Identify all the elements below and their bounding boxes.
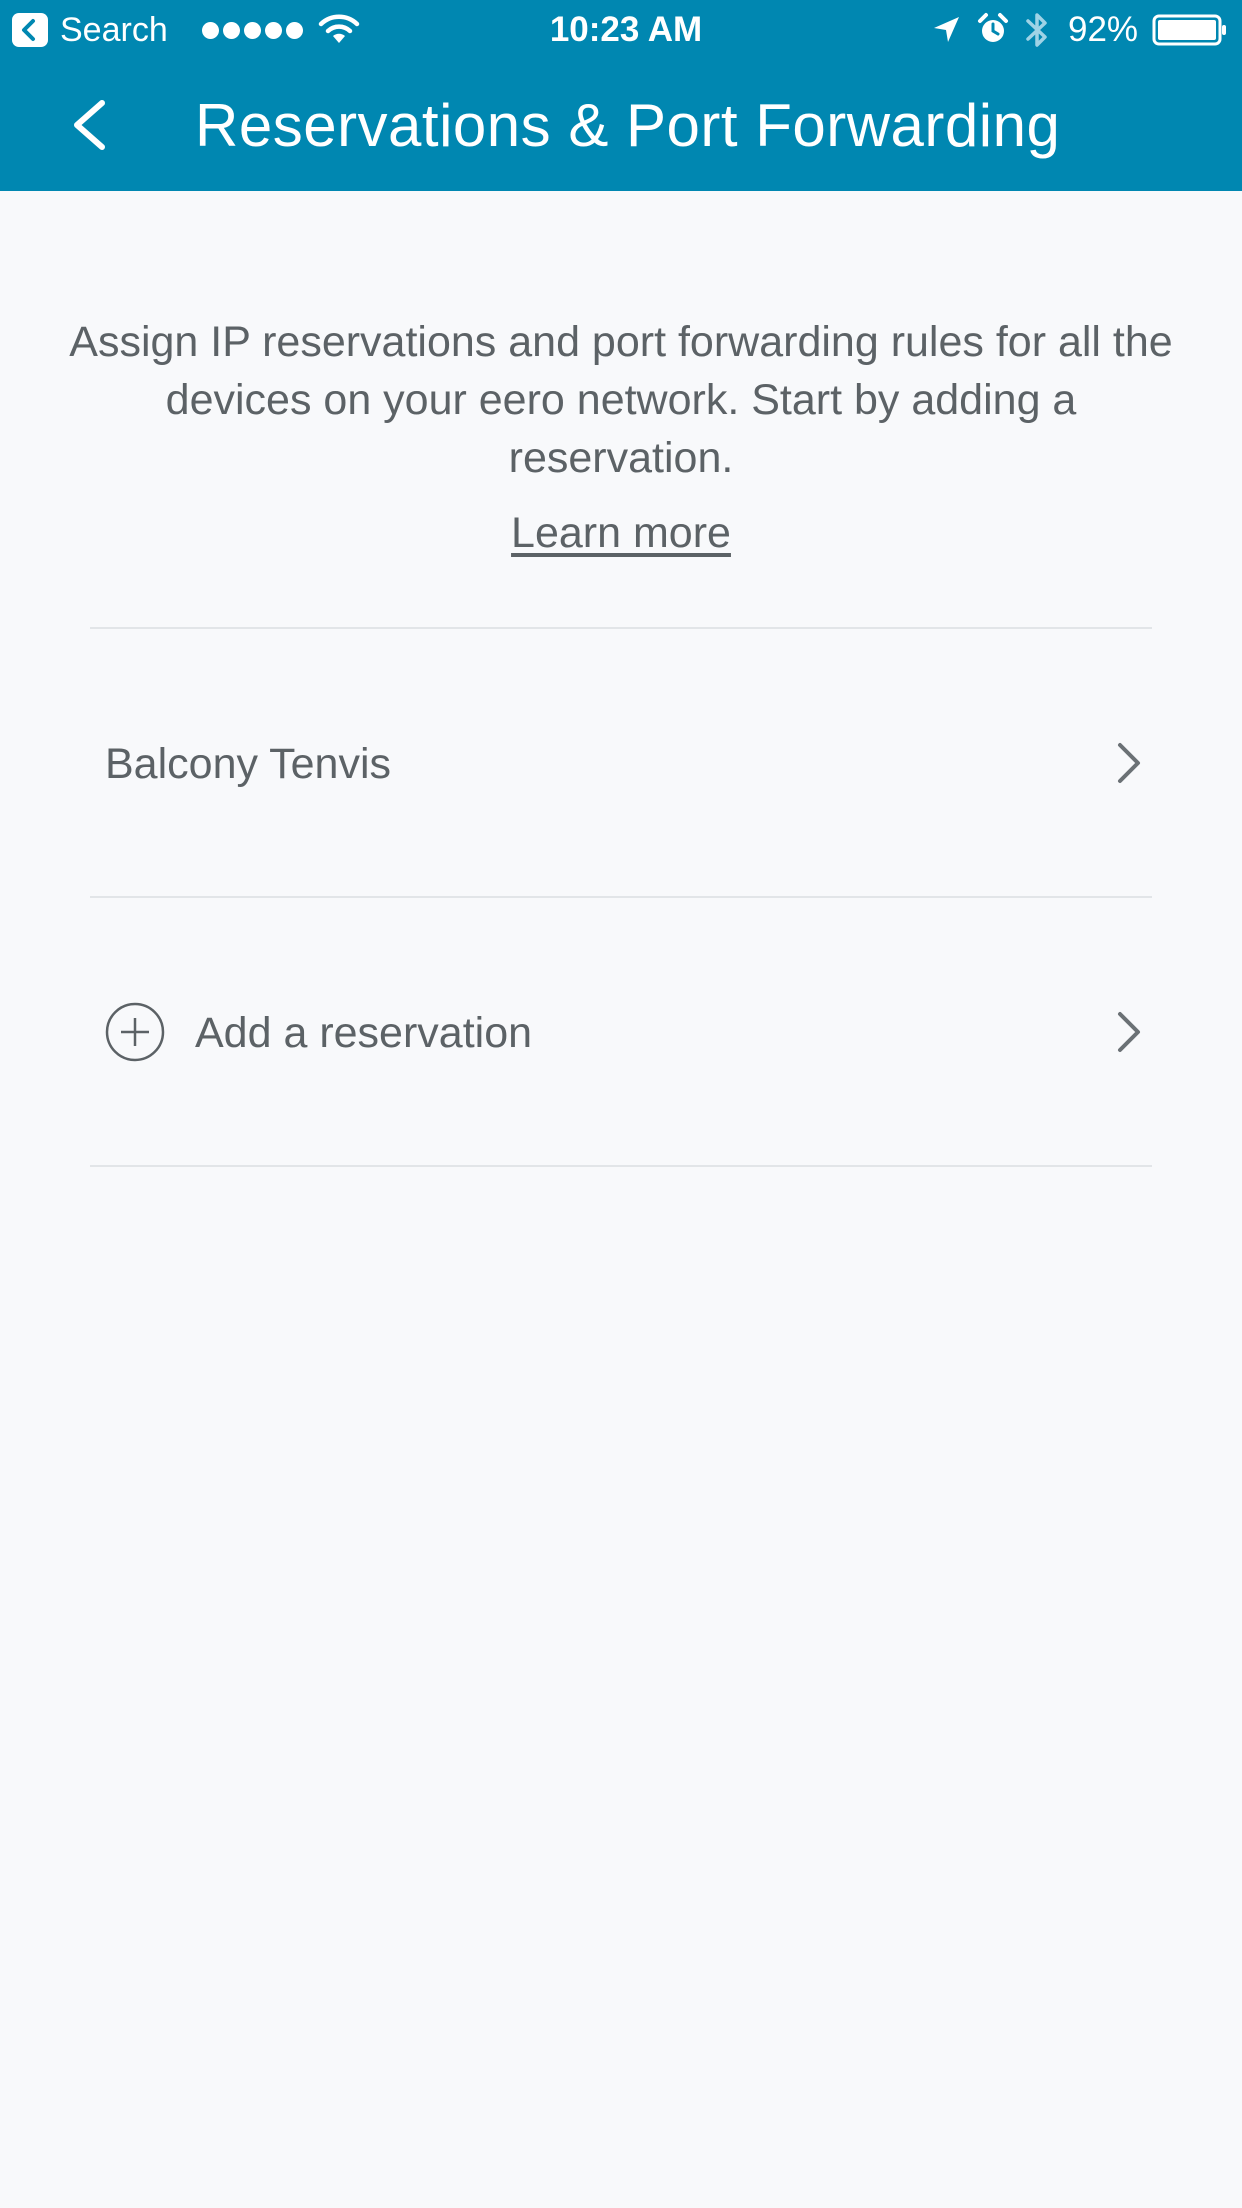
learn-more-container: Learn more: [0, 505, 1242, 561]
alarm-clock-icon: [976, 12, 1010, 51]
learn-more-link[interactable]: Learn more: [511, 509, 731, 557]
chevron-left-icon: [74, 100, 105, 150]
location-arrow-icon: [930, 14, 962, 51]
list-item-balcony-tenvis[interactable]: Balcony Tenvis: [90, 629, 1152, 895]
add-reservation-label: Add a reservation: [195, 1009, 533, 1057]
page-title: Reservations & Port Forwarding: [195, 92, 1061, 159]
divider: [90, 1165, 1152, 1167]
battery-percent: 92%: [1068, 10, 1139, 49]
status-bar: Search 10:23 AM 92%: [0, 0, 1242, 60]
bluetooth-icon: [1024, 10, 1050, 55]
plus-circle-icon: [104, 1001, 166, 1068]
top-bar: Search 10:23 AM 92% Reservations & Port …: [0, 0, 1242, 191]
chevron-right-icon: [1114, 741, 1144, 790]
back-button[interactable]: [62, 95, 122, 155]
list-item-label: Balcony Tenvis: [105, 740, 392, 788]
intro-description: Assign IP reservations and port forwardi…: [69, 318, 1173, 482]
add-reservation-button[interactable]: Add a reservation: [90, 898, 1152, 1164]
status-time: 10:23 AM: [549, 10, 703, 49]
battery-icon: [1152, 14, 1228, 51]
chevron-right-icon: [1114, 1010, 1144, 1059]
